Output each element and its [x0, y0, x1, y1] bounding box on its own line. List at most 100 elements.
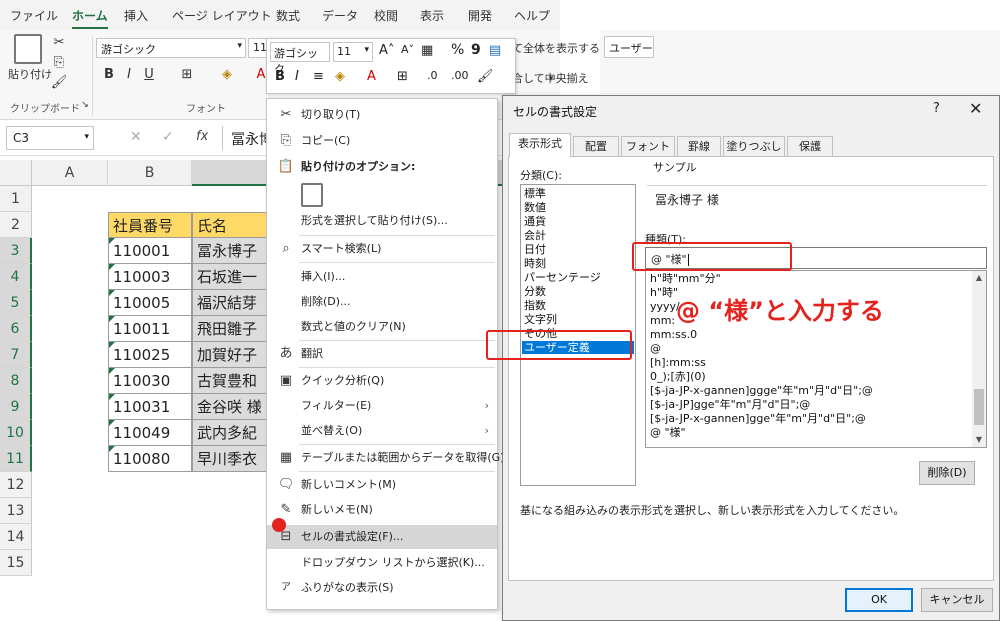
type-item[interactable]: [$-ja-JP-x-gannen]ggge"年"m"月"d"日";@ — [650, 384, 873, 397]
row-header[interactable]: 15 — [0, 550, 32, 576]
cancel-icon[interactable]: ✕ — [130, 129, 142, 145]
delete-format-button[interactable]: 削除(D) — [919, 461, 975, 485]
mini-italic-button[interactable]: I — [295, 69, 299, 84]
fill-color-icon[interactable]: ◈ — [335, 69, 345, 84]
type-item[interactable]: h"時"mm"分" — [650, 272, 721, 285]
type-item[interactable]: h"時" — [650, 286, 678, 299]
cell-id[interactable]: 110003 — [108, 264, 192, 290]
row-header[interactable]: 8 — [0, 368, 32, 394]
category-item[interactable]: 会計 — [524, 229, 546, 242]
type-item[interactable]: @ — [650, 342, 661, 355]
row-header[interactable]: 2 — [0, 212, 32, 238]
paste-option-icon[interactable] — [301, 183, 323, 207]
underline-button[interactable]: U — [140, 66, 158, 84]
type-item[interactable]: [h]:mm:ss — [650, 356, 706, 369]
row-header[interactable]: 10 — [0, 420, 32, 446]
category-item[interactable]: 文字列 — [524, 313, 557, 326]
italic-button[interactable]: I — [120, 66, 138, 84]
menu-item-filter[interactable]: フィルター(E) › — [267, 394, 497, 418]
row-header[interactable]: 1 — [0, 186, 32, 212]
scroll-down-icon[interactable]: ▼ — [972, 433, 986, 447]
row-header[interactable]: 14 — [0, 524, 32, 550]
column-header-a[interactable]: A — [32, 160, 108, 186]
row-header[interactable]: 13 — [0, 498, 32, 524]
cell-id[interactable]: 110030 — [108, 368, 192, 394]
cell-name[interactable]: 早川季衣 — [192, 446, 272, 472]
cell-name[interactable]: 古賀豊和 — [192, 368, 272, 394]
mini-bold-button[interactable]: B — [275, 69, 285, 84]
type-item[interactable]: [$-ja-JP-x-gannen]gge"年"m"月"d"日";@ — [650, 412, 866, 425]
mini-font-name[interactable]: 游ゴシック — [270, 42, 330, 76]
tab-data[interactable]: データ — [322, 7, 358, 24]
tab-font[interactable]: フォント — [621, 136, 675, 156]
scroll-thumb[interactable] — [974, 389, 984, 425]
cancel-button[interactable]: キャンセル — [921, 588, 993, 612]
cell-id[interactable]: 110005 — [108, 290, 192, 316]
cell-id[interactable]: 110025 — [108, 342, 192, 368]
font-name-box[interactable]: 游ゴシック ▾ — [96, 38, 246, 58]
category-item[interactable]: 分数 — [524, 285, 546, 298]
tab-insert[interactable]: 挿入 — [124, 7, 148, 24]
tab-alignment[interactable]: 配置 — [573, 136, 619, 156]
category-item[interactable]: 通貨 — [524, 215, 546, 228]
cell-id[interactable]: 110001 — [108, 238, 192, 264]
tab-home[interactable]: ホーム — [72, 7, 108, 29]
category-item[interactable]: 時刻 — [524, 257, 546, 270]
tab-help[interactable]: ヘルプ — [514, 7, 550, 24]
type-item[interactable]: mm: — [650, 314, 675, 327]
decrease-font-icon[interactable]: A˅ — [401, 43, 414, 56]
menu-item-show-furigana[interactable]: アふりがなの表示(S) — [267, 576, 497, 600]
number-format-icon[interactable]: ▦ — [421, 43, 433, 58]
cell-name[interactable]: 冨永博子 — [192, 238, 272, 264]
tab-view[interactable]: 表示 — [420, 7, 444, 24]
cell-name[interactable]: 加賀好子 — [192, 342, 272, 368]
paste-button-label[interactable]: 貼り付け — [8, 66, 52, 82]
menu-item-paste-special[interactable]: 形式を選択して貼り付け(S)... — [267, 209, 497, 233]
insert-function-icon[interactable]: fx — [196, 129, 208, 144]
menu-item-translate[interactable]: あ翻訳 — [267, 342, 497, 366]
number-format-box[interactable]: ユーザー定 — [604, 36, 654, 58]
help-button[interactable]: ? — [933, 101, 940, 116]
percent-style-button[interactable]: % — [451, 42, 464, 58]
cell-id[interactable]: 110049 — [108, 420, 192, 446]
enter-icon[interactable]: ✓ — [162, 129, 174, 145]
paste-icon[interactable] — [14, 34, 42, 64]
select-all-corner[interactable] — [0, 160, 32, 186]
cell-name[interactable]: 金谷咲 様 — [192, 394, 272, 420]
format-as-table-icon[interactable]: ▤ — [489, 43, 501, 58]
format-painter-icon[interactable]: 🖌 — [50, 74, 68, 92]
row-header[interactable]: 9 — [0, 394, 32, 420]
cell-name[interactable]: 石坂進一 — [192, 264, 272, 290]
cell-id[interactable]: 110031 — [108, 394, 192, 420]
fill-color-icon[interactable]: ◈ — [218, 66, 236, 84]
category-item[interactable]: 数値 — [524, 201, 546, 214]
tab-fill[interactable]: 塗りつぶし — [723, 136, 785, 156]
tab-protection[interactable]: 保護 — [787, 136, 833, 156]
scroll-up-icon[interactable]: ▲ — [972, 271, 986, 285]
format-painter-icon[interactable]: 🖌 — [477, 69, 494, 84]
category-item[interactable]: 標準 — [524, 187, 546, 200]
tab-review[interactable]: 校閲 — [374, 7, 398, 24]
border-icon[interactable]: ⊞ — [178, 66, 196, 84]
category-item[interactable]: 日付 — [524, 243, 546, 256]
name-box[interactable]: C3 ▾ — [6, 126, 94, 150]
type-item[interactable]: mm:ss.0 — [650, 328, 697, 341]
column-header-b[interactable]: B — [108, 160, 192, 186]
type-item[interactable]: @ "様" — [650, 426, 686, 439]
cell-name[interactable]: 福沢結芽 — [192, 290, 272, 316]
tab-formulas[interactable]: 数式 — [276, 7, 300, 24]
tab-page-layout[interactable]: ページ レイアウト — [172, 7, 272, 24]
row-header[interactable]: 4 — [0, 264, 32, 290]
row-header[interactable]: 7 — [0, 342, 32, 368]
menu-item-new-comment[interactable]: 🗨 新しいコメント(M) — [267, 473, 497, 497]
row-header[interactable]: 5 — [0, 290, 32, 316]
row-header[interactable]: 11 — [0, 446, 32, 472]
menu-item-cut[interactable]: ✂ 切り取り(T) — [267, 103, 497, 127]
decimal-decrease-icon[interactable]: .00 — [451, 69, 469, 82]
cell-c2[interactable]: 氏名 — [192, 212, 272, 238]
cell-id[interactable]: 110080 — [108, 446, 192, 472]
type-list-scrollbar[interactable]: ▲ ▼ — [972, 271, 986, 447]
tab-file[interactable]: ファイル — [10, 7, 58, 24]
menu-item-pick-from-list[interactable]: ドロップダウン リストから選択(K)... — [267, 551, 497, 575]
tab-developer[interactable]: 開発 — [468, 7, 492, 24]
